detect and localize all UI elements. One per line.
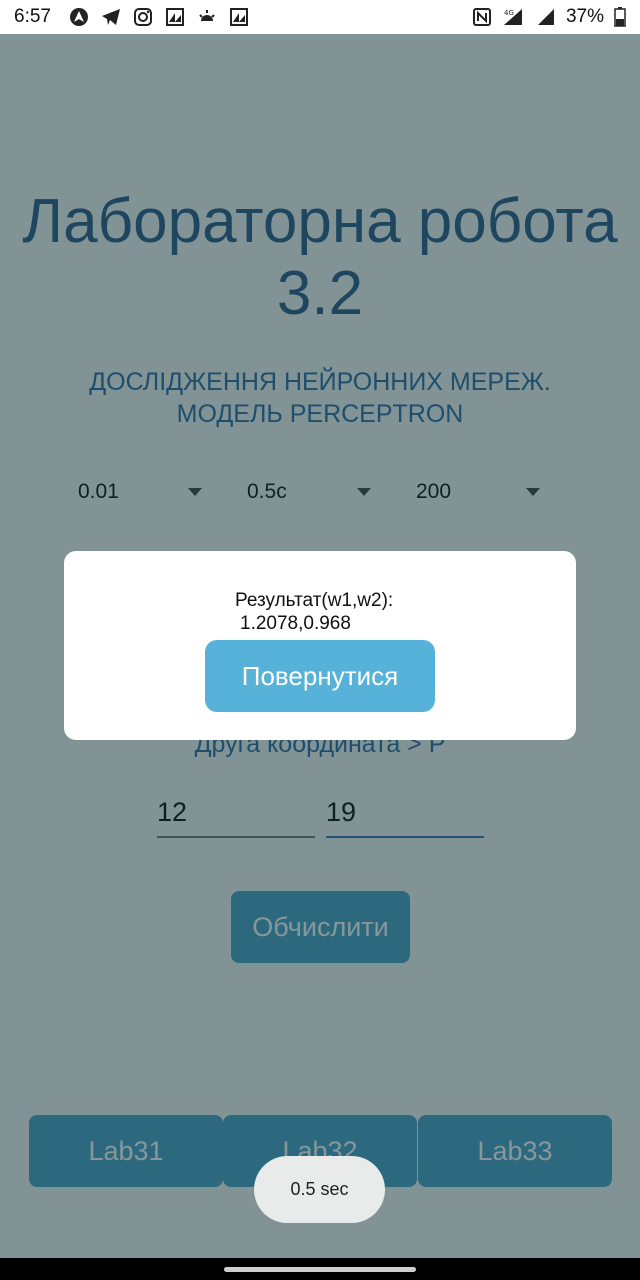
toast-message: 0.5 sec [254,1156,385,1223]
image-icon [229,7,249,27]
status-left: 6:57 [14,6,249,28]
home-gesture-handle[interactable] [224,1267,416,1272]
instagram-icon [133,7,153,27]
weather-icon [197,7,217,27]
back-button[interactable]: Повернутися [205,640,435,712]
signal-icon: 4G [502,7,526,27]
status-right: 4G 37% [472,6,626,28]
result-label: Результат(w1,w2): [235,590,394,611]
image-icon [165,7,185,27]
result-text: Результат(w1,w2): 1.2078,0.968 [235,589,475,635]
screen: 6:57 4G 37% Результат(w1,w2): 1.2078,0.9… [0,0,640,1280]
battery-icon [614,7,626,27]
navigation-bar [0,1258,640,1280]
telegram-icon [101,7,121,27]
signal-icon [536,7,556,27]
status-time: 6:57 [14,6,51,27]
result-dialog: Результат(w1,w2): 1.2078,0.968 Повернути… [64,551,576,740]
nav-arrow-icon [69,7,89,27]
status-bar: 6:57 4G 37% [0,0,640,34]
nfc-icon [472,7,492,27]
svg-text:4G: 4G [504,9,514,17]
battery-percent: 37% [565,6,604,27]
result-value: 1.2078,0.968 [240,613,351,634]
